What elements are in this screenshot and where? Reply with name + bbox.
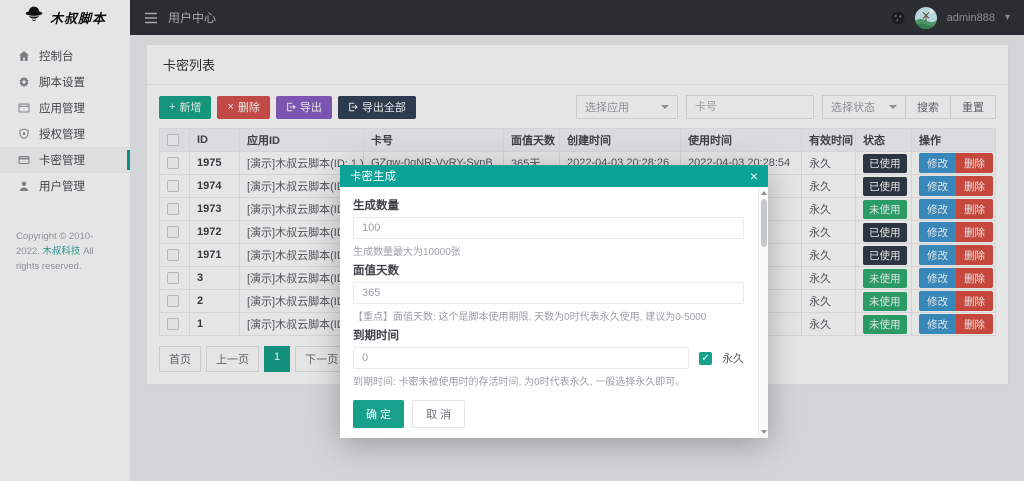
modal-scrollbar[interactable] [758, 187, 768, 438]
days-input[interactable] [353, 282, 744, 304]
card-generate-modal: 卡密生成 × 生成数量 生成数量最大为10000张 面值天数 【重点】面值天数:… [340, 165, 768, 438]
forever-checkbox-label: 永久 [722, 350, 744, 366]
forever-checkbox[interactable]: ✓ [699, 352, 712, 365]
scroll-down-icon[interactable] [761, 430, 767, 434]
confirm-button[interactable]: 确 定 [353, 400, 404, 428]
scrollbar-thumb[interactable] [761, 199, 767, 247]
qty-hint: 生成数量最大为10000张 [353, 243, 744, 258]
modal-header: 卡密生成 × [340, 165, 768, 187]
expire-label: 到期时间 [353, 327, 744, 343]
page: 木叔脚本 用户中心 [0, 0, 1024, 481]
qty-label: 生成数量 [353, 197, 744, 213]
expire-input[interactable] [353, 347, 689, 369]
check-icon: ✓ [701, 353, 709, 364]
modal-body: 生成数量 生成数量最大为10000张 面值天数 【重点】面值天数: 这个是脚本使… [340, 187, 768, 394]
cancel-button[interactable]: 取 消 [412, 400, 465, 428]
qty-input[interactable] [353, 217, 744, 239]
expire-hint: 到期时间: 卡密未被使用时的存活时间, 为0时代表永久, 一般选择永久即可。 [353, 373, 744, 388]
modal-footer: 确 定 取 消 [340, 394, 768, 438]
days-label: 面值天数 [353, 262, 744, 278]
close-icon[interactable]: × [750, 169, 758, 183]
modal-title: 卡密生成 [350, 168, 396, 184]
scroll-up-icon[interactable] [761, 191, 767, 195]
days-hint: 【重点】面值天数: 这个是脚本使用期限, 天数为0时代表永久使用, 建议为0-5… [353, 308, 744, 323]
